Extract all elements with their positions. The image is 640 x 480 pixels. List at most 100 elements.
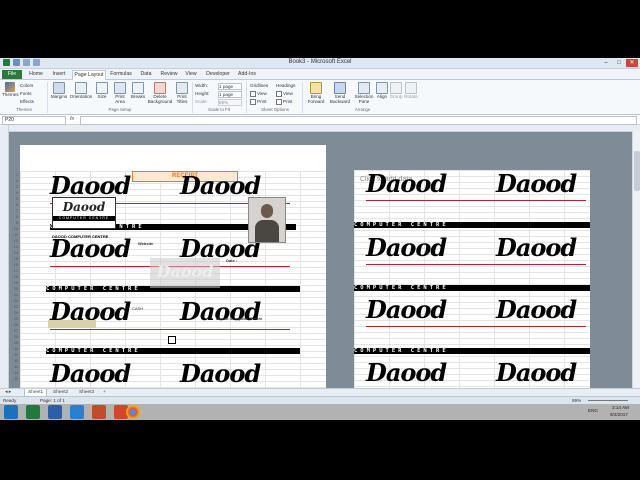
ribbon: Themes Colors Fonts Effects Themes Margi… (0, 80, 640, 115)
checkbox-icon (250, 91, 256, 97)
sheet-nav-arrows-icon[interactable]: ◂ ▸ (2, 389, 14, 396)
sheet-tab-sheet2[interactable]: Sheet2 (50, 389, 71, 396)
ie-taskbar-icon[interactable] (70, 405, 84, 419)
selection-pane-button[interactable]: Selection Pane (353, 82, 375, 104)
send-backward-button[interactable]: Send Backward (328, 82, 352, 104)
maximize-button[interactable]: □ (613, 59, 625, 67)
chrome-taskbar-icon[interactable] (126, 405, 140, 419)
brand-logo-text: Daood (496, 295, 577, 324)
group-scale-label: Scale to Fit (208, 107, 230, 112)
print-area-label: Print Area (115, 94, 125, 104)
tab-formulas[interactable]: Formulas (107, 70, 135, 79)
new-sheet-icon[interactable]: + (100, 389, 109, 396)
footer-name: Daood Computer Centre (216, 316, 263, 321)
logo-box-band: COMPUTER CENTRE (53, 216, 115, 221)
sheet-tab-sheet3[interactable]: Sheet3 (76, 389, 97, 396)
excel-taskbar-icon[interactable] (26, 405, 40, 419)
tab-file[interactable]: File (2, 70, 22, 79)
zoom-slider[interactable] (588, 400, 628, 401)
tab-page-layout[interactable]: Page Layout (72, 70, 106, 80)
brand-logo-text: Daood (366, 295, 447, 324)
page-left: RECEIPT Daood Daood COMPUTER CENTRE Daoo… (20, 145, 326, 388)
website-label: Website (138, 241, 154, 246)
rotate-button[interactable]: Rotate (404, 82, 418, 99)
group-button[interactable]: Group (389, 82, 403, 99)
language-indicator[interactable]: ENG (588, 408, 598, 413)
name-box[interactable]: P20 (2, 116, 66, 125)
group-arrange-label: Arrange (354, 107, 371, 112)
vertical-scrollbar[interactable] (632, 131, 640, 388)
breaks-button[interactable]: Breaks (130, 82, 146, 99)
fx-icon[interactable]: fx (70, 116, 74, 122)
brand-underline (366, 326, 586, 327)
print-area-button[interactable]: Print Area (111, 82, 129, 104)
powerpoint-taskbar-icon[interactable] (92, 405, 106, 419)
brand-logo-text: Daood (50, 359, 131, 388)
ribbon-tabs: File Home Insert Page Layout Formulas Da… (0, 69, 640, 80)
profile-photo[interactable] (248, 197, 286, 243)
rotate-icon (405, 82, 417, 94)
height-label: Height: (195, 91, 210, 96)
tab-home[interactable]: Home (26, 70, 46, 79)
start-icon[interactable] (4, 405, 18, 419)
align-button[interactable]: Align (376, 82, 388, 99)
scale-input[interactable]: 89% (218, 99, 242, 106)
size-button[interactable]: Size (94, 82, 110, 99)
ribbon-separator (47, 82, 48, 113)
status-page: Page: 1 of 1 (40, 398, 65, 403)
selected-cell[interactable] (168, 336, 176, 344)
scroll-thumb[interactable] (634, 151, 640, 191)
width-select[interactable]: 1 page (218, 83, 242, 90)
row-number[interactable]: 35 (8, 376, 18, 382)
close-button[interactable]: ✕ (626, 59, 638, 67)
print-titles-icon (176, 82, 188, 94)
clock-date[interactable]: 9/2/2017 (610, 412, 628, 417)
horizontal-ruler (8, 125, 640, 132)
tab-insert[interactable]: Insert (48, 70, 70, 79)
tab-data[interactable]: Data (137, 70, 155, 79)
delete-background-label: Delete Background (147, 94, 173, 104)
gridlines-view-checkbox[interactable]: View (250, 91, 267, 97)
headings-view-checkbox[interactable]: View (276, 91, 293, 97)
tab-review[interactable]: Review (158, 70, 180, 79)
bring-forward-button[interactable]: Bring Forward (305, 82, 327, 104)
delete-background-button[interactable]: Delete Background (147, 82, 173, 104)
gridlines-print-checkbox[interactable]: Print (250, 99, 266, 105)
height-select[interactable]: 1 page (218, 91, 242, 98)
tab-add-ins[interactable]: Add-Ins (235, 70, 259, 79)
word-taskbar-icon[interactable] (48, 405, 62, 419)
view-label: View (257, 91, 267, 97)
clock-time[interactable]: 3:14 AM (612, 405, 629, 410)
watermark-logo: Daood (150, 258, 220, 288)
colors-button[interactable]: Colors (20, 83, 33, 88)
date-label: Date : (226, 258, 238, 263)
group-sheet-options-label: Sheet Options (261, 107, 289, 112)
width-label: Width: (195, 83, 209, 88)
tab-developer[interactable]: Developer (203, 70, 233, 79)
effects-button[interactable]: Effects (20, 99, 34, 104)
formula-input[interactable] (80, 116, 637, 125)
brand-underline (50, 329, 290, 330)
themes-button[interactable]: Themes (2, 82, 19, 97)
orientation-button[interactable]: Orientation (69, 82, 93, 99)
title-bar: Book3 - Microsoft Excel – □ ✕ (0, 58, 640, 69)
photo-body-icon (255, 220, 279, 242)
checkbox-icon (250, 99, 256, 105)
breaks-label: Breaks (130, 94, 146, 99)
tab-view[interactable]: View (182, 70, 200, 79)
zoom-level[interactable]: 89% (572, 398, 581, 403)
cash-label: CASH (132, 306, 144, 311)
highlight-cell[interactable] (48, 320, 96, 328)
brand-logo-text: Daood (496, 358, 577, 387)
brand-logo-text: Daood (366, 169, 447, 198)
brand-band: COMPUTER CENTRE (354, 348, 590, 354)
margins-button[interactable]: Margins (50, 82, 68, 99)
themes-icon (5, 82, 15, 92)
worksheet-grid[interactable] (354, 170, 590, 388)
fonts-button[interactable]: Fonts (20, 91, 32, 96)
print-titles-button[interactable]: Print Titles (174, 82, 190, 104)
headings-print-checkbox[interactable]: Print (276, 99, 292, 105)
minimize-button[interactable]: – (600, 59, 612, 67)
logo-box[interactable]: Daood COMPUTER CENTRE (52, 197, 116, 229)
margins-icon (53, 82, 65, 94)
